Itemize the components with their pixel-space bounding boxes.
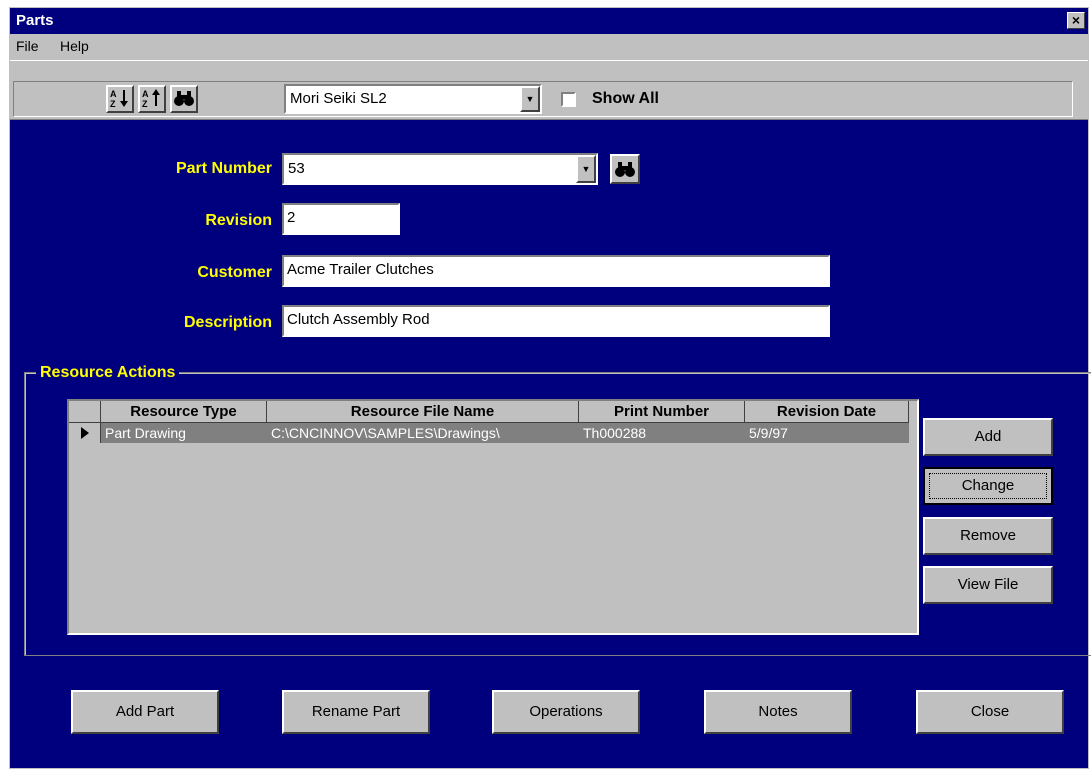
- column-header-resource-type[interactable]: Resource Type: [101, 401, 267, 423]
- cell-revision-date: 5/9/97: [749, 425, 788, 441]
- chevron-down-icon[interactable]: ▼: [520, 86, 540, 112]
- notes-button[interactable]: Notes: [704, 690, 852, 734]
- column-header-revision-date[interactable]: Revision Date: [745, 401, 909, 423]
- title-bar[interactable]: Parts ×: [10, 8, 1088, 34]
- resource-actions-title: Resource Actions: [36, 364, 180, 382]
- close-button[interactable]: Close: [916, 690, 1064, 734]
- remove-resource-label: Remove: [960, 527, 1016, 544]
- toolbar: A Z A Z Mori Seiki SL2 ▼ Show All: [10, 60, 1088, 120]
- sort-descending-icon: A Z: [142, 89, 160, 109]
- svg-text:Z: Z: [110, 99, 116, 109]
- part-number-value: 53: [288, 160, 305, 177]
- view-file-label: View File: [957, 576, 1019, 593]
- part-number-label: Part Number: [175, 160, 272, 177]
- menu-help[interactable]: Help: [60, 38, 89, 54]
- part-number-select[interactable]: 53 ▼: [282, 153, 598, 185]
- show-all-checkbox[interactable]: [561, 92, 576, 107]
- table-row[interactable]: Part Drawing C:\CNCINNOV\SAMPLES\Drawing…: [101, 423, 909, 443]
- remove-resource-button[interactable]: Remove: [923, 517, 1053, 555]
- grid-corner-header: [69, 401, 101, 423]
- machine-value: Mori Seiki SL2: [290, 90, 387, 107]
- customer-label: Customer: [197, 264, 272, 281]
- find-button[interactable]: [170, 85, 198, 113]
- binoculars-icon: [615, 162, 635, 177]
- window-title: Parts: [16, 12, 54, 29]
- sort-ascending-icon: A Z: [110, 89, 128, 109]
- cell-resource-type: Part Drawing: [105, 425, 186, 441]
- change-resource-button[interactable]: Change: [923, 467, 1053, 505]
- svg-text:A: A: [110, 89, 117, 99]
- add-part-button[interactable]: Add Part: [71, 690, 219, 734]
- cell-print-number: Th000288: [583, 425, 647, 441]
- sort-descending-button[interactable]: A Z: [138, 85, 166, 113]
- add-resource-button[interactable]: Add: [923, 418, 1053, 456]
- machine-select[interactable]: Mori Seiki SL2 ▼: [284, 84, 542, 114]
- description-input[interactable]: Clutch Assembly Rod: [282, 305, 830, 337]
- row-selector[interactable]: [69, 423, 101, 443]
- sort-ascending-button[interactable]: A Z: [106, 85, 134, 113]
- focus-ring: [929, 473, 1047, 499]
- add-resource-label: Add: [974, 428, 1002, 445]
- add-part-label: Add Part: [115, 703, 175, 720]
- revision-label: Revision: [205, 212, 272, 229]
- view-file-button[interactable]: View File: [923, 566, 1053, 604]
- close-label: Close: [970, 703, 1010, 720]
- close-window-button[interactable]: ×: [1067, 12, 1085, 29]
- column-header-resource-file-name[interactable]: Resource File Name: [267, 401, 579, 423]
- column-header-print-number[interactable]: Print Number: [579, 401, 745, 423]
- resources-grid[interactable]: Resource Type Resource File Name Print N…: [67, 399, 919, 635]
- customer-input[interactable]: Acme Trailer Clutches: [282, 255, 830, 287]
- revision-input[interactable]: 2: [282, 203, 400, 235]
- operations-button[interactable]: Operations: [492, 690, 640, 734]
- show-all-label: Show All: [592, 90, 659, 107]
- menu-file[interactable]: File: [16, 38, 39, 54]
- chevron-down-icon[interactable]: ▼: [576, 155, 596, 183]
- rename-part-label: Rename Part: [311, 703, 401, 720]
- description-label: Description: [183, 314, 272, 331]
- svg-text:Z: Z: [142, 99, 148, 109]
- find-part-button[interactable]: [610, 154, 640, 184]
- cell-resource-file-name: C:\CNCINNOV\SAMPLES\Drawings\: [271, 425, 500, 441]
- current-row-arrow-icon: [80, 427, 89, 439]
- operations-label: Operations: [529, 703, 603, 720]
- notes-label: Notes: [758, 703, 798, 720]
- binoculars-icon: [174, 91, 194, 106]
- rename-part-button[interactable]: Rename Part: [282, 690, 430, 734]
- menu-bar: File Help: [10, 34, 1088, 60]
- parts-window: Parts × File Help A Z A Z Mori Seiki SL2…: [9, 7, 1091, 769]
- svg-text:A: A: [142, 89, 149, 99]
